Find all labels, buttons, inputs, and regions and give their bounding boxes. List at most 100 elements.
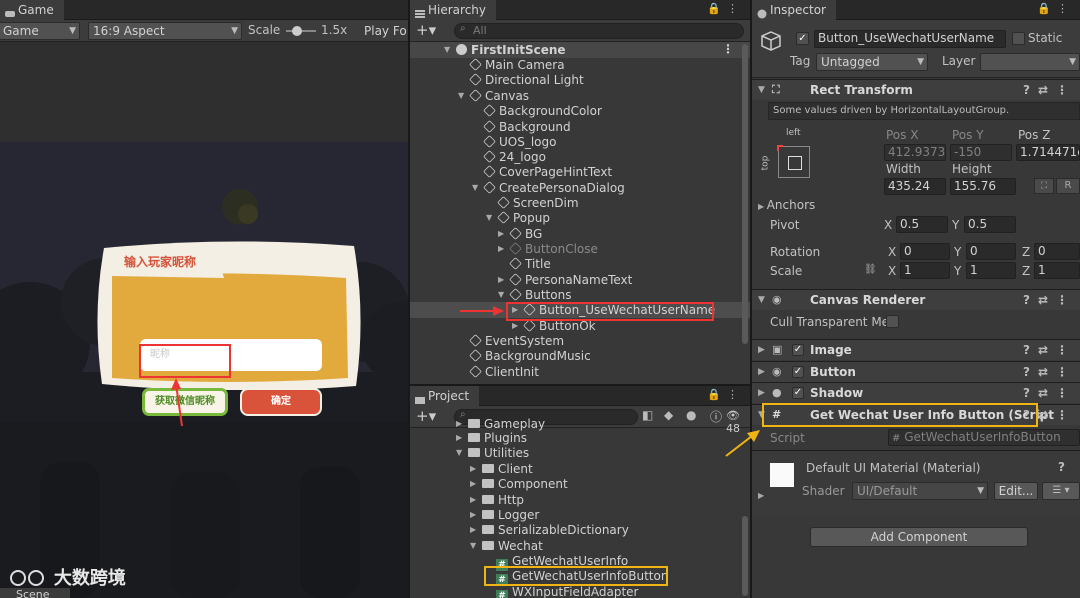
- scale-z-field[interactable]: 1: [1034, 262, 1080, 279]
- object-name-field[interactable]: Button_UseWechatUserName: [814, 30, 1006, 48]
- project-item[interactable]: ▶ Plugins: [456, 430, 527, 446]
- project-item[interactable]: ▶ Client: [470, 461, 533, 477]
- hierarchy-item[interactable]: BackgroundColor: [483, 103, 602, 119]
- script-reference-field[interactable]: # GetWechatUserInfoButton: [888, 429, 1080, 446]
- tab-hierarchy[interactable]: Hierarchy: [410, 0, 497, 20]
- scale-y-field[interactable]: 1: [966, 262, 1016, 279]
- tag-dropdown[interactable]: Untagged ▼: [816, 53, 928, 71]
- project-item[interactable]: ▶ Logger: [470, 507, 539, 523]
- component-tools-icons[interactable]: ?⇄⋮: [1023, 340, 1076, 360]
- pos-x-field[interactable]: 412.9373: [884, 144, 946, 161]
- scale-slider[interactable]: [286, 26, 316, 36]
- hierarchy-scrollbar[interactable]: [742, 44, 748, 344]
- inspector-tabbar: Inspector 🔒⋮: [752, 0, 1080, 20]
- button-enabled-checkbox[interactable]: ✓: [792, 366, 804, 378]
- shader-edit-button[interactable]: Edit...: [994, 482, 1038, 500]
- shadow-enabled-checkbox[interactable]: ✓: [792, 387, 804, 399]
- raw-edit-button[interactable]: R: [1056, 178, 1080, 194]
- hierarchy-item-label: PersonaNameText: [525, 273, 633, 287]
- game-display-dropdown[interactable]: Game ▼: [0, 22, 80, 40]
- project-item[interactable]: ▼ Wechat: [470, 538, 543, 554]
- hierarchy-item[interactable]: ▶ ButtonClose: [498, 241, 598, 257]
- project-item[interactable]: # WXInputFieldAdapter: [496, 584, 638, 598]
- scene-more-icon[interactable]: ⋮: [722, 42, 734, 56]
- height-field[interactable]: 155.76: [950, 178, 1016, 195]
- canvas-renderer-header[interactable]: ▼ ◉ Canvas Renderer ?⇄⋮: [752, 289, 1080, 310]
- hierarchy-tab-tools[interactable]: 🔒⋮: [707, 2, 744, 15]
- hierarchy-item[interactable]: ▼ CreatePersonaDialog: [472, 180, 625, 196]
- rect-transform-header[interactable]: ▼ ⛶ Rect Transform ?⇄⋮: [752, 79, 1080, 100]
- hierarchy-item[interactable]: EventSystem: [469, 333, 564, 349]
- hierarchy-item[interactable]: Main Camera: [469, 57, 565, 73]
- shader-options-dropdown[interactable]: ☰ ▾: [1042, 482, 1080, 500]
- project-scrollbar[interactable]: [742, 516, 748, 596]
- add-object-button[interactable]: +▾: [416, 21, 436, 39]
- material-preview[interactable]: [770, 463, 794, 487]
- hierarchy-item[interactable]: 24_logo: [483, 149, 546, 165]
- layer-dropdown[interactable]: ▼: [980, 53, 1080, 71]
- scale-slider-handle[interactable]: [292, 26, 302, 36]
- hierarchy-item[interactable]: ▶ PersonaNameText: [498, 272, 633, 288]
- hierarchy-item[interactable]: ScreenDim: [497, 195, 579, 211]
- scene-row[interactable]: ▼ FirstInitScene: [444, 42, 566, 58]
- material-help-icon[interactable]: ?: [1058, 460, 1065, 474]
- hierarchy-search-input[interactable]: All: [454, 23, 744, 39]
- image-enabled-checkbox[interactable]: ✓: [792, 344, 804, 356]
- hierarchy-item[interactable]: ▶ BG: [498, 226, 542, 242]
- button-component-header[interactable]: ▶ ◉ ✓ Button ?⇄⋮: [752, 361, 1080, 382]
- hierarchy-item[interactable]: Background: [483, 119, 571, 135]
- inspector-tab-tools[interactable]: 🔒⋮: [1037, 2, 1074, 15]
- arrow-up-right-icon: [725, 430, 760, 457]
- hierarchy-item[interactable]: UOS_logo: [483, 134, 556, 150]
- pivot-y-field[interactable]: 0.5: [964, 216, 1016, 233]
- gameobject-icon: [469, 334, 482, 347]
- constrain-link-icon[interactable]: ⛓: [864, 264, 877, 275]
- aspect-dropdown[interactable]: 16:9 Aspect ▼: [88, 22, 242, 40]
- component-tools-icons[interactable]: ?⇄⋮: [1023, 290, 1076, 310]
- fold-arrow-icon[interactable]: ▶: [758, 491, 764, 500]
- static-checkbox[interactable]: [1012, 32, 1025, 45]
- project-item[interactable]: ▶ Http: [470, 492, 524, 508]
- pos-z-field[interactable]: 1.714471e: [1016, 144, 1080, 161]
- scene-tab[interactable]: Scene: [0, 588, 70, 598]
- project-item[interactable]: ▼ Utilities: [456, 445, 529, 461]
- hierarchy-item[interactable]: CoverPageHintText: [483, 164, 612, 180]
- hierarchy-item[interactable]: ▼ Canvas: [458, 88, 529, 104]
- active-checkbox[interactable]: ✓: [796, 32, 809, 45]
- hierarchy-item[interactable]: Title: [509, 256, 551, 272]
- component-tools-icons[interactable]: ?⇄⋮: [1023, 383, 1076, 403]
- anchors-foldout[interactable]: ▶ Anchors: [758, 198, 815, 212]
- project-item[interactable]: ▶ SerializableDictionary: [470, 522, 629, 538]
- scale-x-field[interactable]: 1: [900, 262, 950, 279]
- play-focused-dropdown[interactable]: Play Fo: [360, 22, 408, 40]
- image-component-header[interactable]: ▶ ▣ ✓ Image ?⇄⋮: [752, 339, 1080, 360]
- blueprint-mode-button[interactable]: ⛶: [1034, 178, 1054, 194]
- pivot-x-field[interactable]: 0.5: [896, 216, 948, 233]
- tab-project[interactable]: Project: [410, 386, 480, 406]
- rot-x-field[interactable]: 0: [900, 243, 950, 260]
- confirm-button[interactable]: 确定: [240, 388, 322, 416]
- component-tools-icons[interactable]: ?⇄⋮: [1023, 362, 1076, 382]
- hierarchy-item[interactable]: ClientInit: [469, 364, 539, 380]
- hierarchy-item[interactable]: ▼ Buttons: [498, 287, 571, 303]
- anchor-preset-button[interactable]: [777, 145, 810, 178]
- project-item[interactable]: ▶ Component: [470, 476, 568, 492]
- component-tools-icons[interactable]: ?⇄⋮: [1023, 80, 1076, 100]
- project-tab-tools[interactable]: 🔒⋮: [707, 388, 744, 401]
- shader-dropdown[interactable]: UI/Default ▼: [852, 482, 988, 500]
- pos-y-field[interactable]: -150: [950, 144, 1012, 161]
- folder-icon: [482, 541, 494, 550]
- tab-inspector[interactable]: Inspector: [752, 0, 836, 20]
- driven-note-text: Some values driven by HorizontalLayoutGr…: [773, 105, 1010, 116]
- width-field[interactable]: 435.24: [884, 178, 946, 195]
- rot-y-field[interactable]: 0: [966, 243, 1016, 260]
- cull-transparent-checkbox[interactable]: [886, 315, 899, 328]
- add-component-button[interactable]: Add Component: [810, 527, 1028, 547]
- hierarchy-item[interactable]: Directional Light: [469, 72, 584, 88]
- game-viewport[interactable]: 输入玩家昵称 昵称 获取微信昵称 确定 大数跨境: [0, 42, 408, 598]
- shadow-component-header[interactable]: ▶ ● ✓ Shadow ?⇄⋮: [752, 382, 1080, 403]
- rot-z-field[interactable]: 0: [1034, 243, 1080, 260]
- hierarchy-item[interactable]: BackgroundMusic: [469, 348, 591, 364]
- tab-game[interactable]: Game: [0, 0, 64, 20]
- hierarchy-item[interactable]: ▼ Popup: [486, 210, 550, 226]
